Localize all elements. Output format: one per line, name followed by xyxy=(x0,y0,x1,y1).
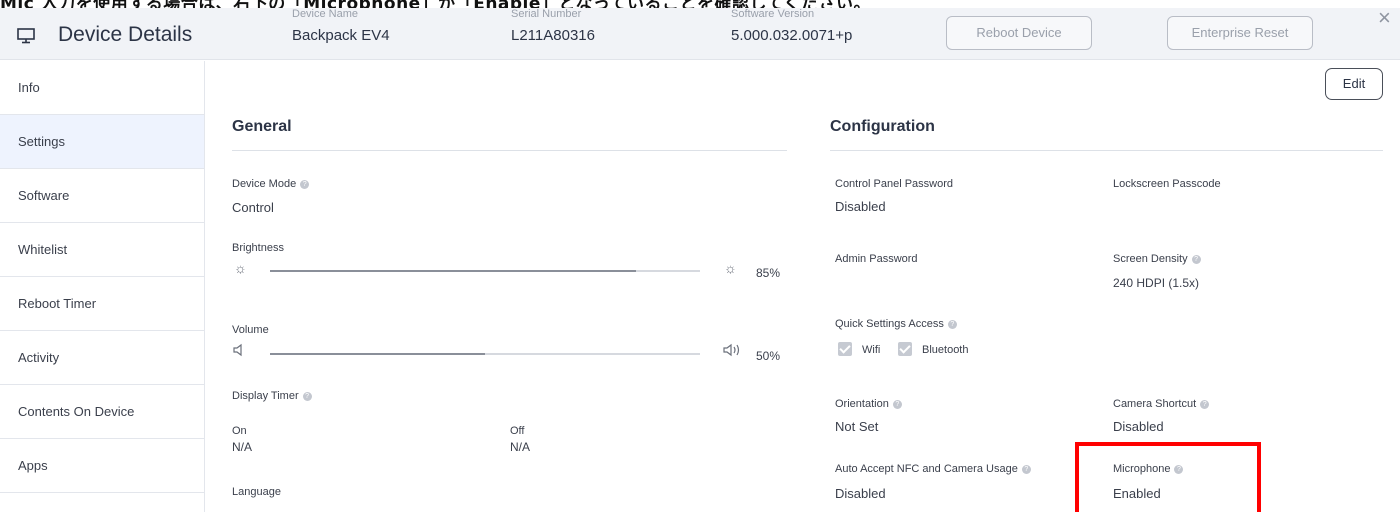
quick-settings-access-label: Quick Settings Access? xyxy=(835,318,957,330)
wifi-label: Wifi xyxy=(862,344,881,356)
camera-shortcut-label: Camera Shortcut? xyxy=(1113,398,1210,410)
help-icon[interactable]: ? xyxy=(947,320,957,329)
sidebar-item-label: Apps xyxy=(18,458,48,473)
control-panel-password-label: Control Panel Password xyxy=(835,178,954,190)
volume-high-icon xyxy=(723,343,740,357)
camera-shortcut-label-text: Camera Shortcut xyxy=(1113,398,1197,410)
monitor-icon xyxy=(17,28,35,44)
camera-shortcut-value: Disabled xyxy=(1113,419,1164,434)
screen-density-label-text: Screen Density xyxy=(1113,253,1188,265)
sun-high-icon: ☼ xyxy=(724,260,737,276)
configuration-section-title: Configuration xyxy=(830,118,935,135)
dialog-header: Device Details Device Name Backpack EV4 … xyxy=(0,7,1400,60)
serial-number-label: Serial Number xyxy=(511,8,582,20)
settings-sidebar: Info Settings Software Whitelist Reboot … xyxy=(0,61,205,512)
screen-density-label: Screen Density? xyxy=(1113,253,1201,265)
software-version-value: 5.000.032.0071+p xyxy=(731,27,853,44)
device-name-value: Backpack EV4 xyxy=(292,27,390,44)
sun-low-icon: ☼ xyxy=(234,260,247,276)
serial-number-value: L211A80316 xyxy=(511,27,595,44)
sidebar-item-apps[interactable]: Apps xyxy=(0,439,204,493)
help-icon[interactable]: ? xyxy=(1191,255,1201,264)
enterprise-reset-button[interactable]: Enterprise Reset xyxy=(1167,16,1313,50)
admin-password-label: Admin Password xyxy=(835,253,918,265)
sidebar-item-label: Settings xyxy=(18,134,65,149)
sidebar-item-software[interactable]: Software xyxy=(0,169,204,223)
brightness-percent: 85% xyxy=(756,266,781,280)
device-mode-label-text: Device Mode xyxy=(232,178,297,190)
brightness-slider-fill xyxy=(270,270,636,272)
help-icon[interactable]: ? xyxy=(1021,465,1031,474)
screen-density-value: 240 HDPI (1.5x) xyxy=(1113,276,1200,290)
display-timer-off-value: N/A xyxy=(510,440,531,454)
general-section-title: General xyxy=(232,118,292,135)
device-mode-label: Device Mode? xyxy=(232,178,310,190)
sidebar-item-label: Info xyxy=(18,80,40,95)
sidebar-item-label: Activity xyxy=(18,350,60,365)
display-timer-on-label: On xyxy=(232,425,247,437)
auto-accept-value: Disabled xyxy=(835,486,886,501)
language-label: Language xyxy=(232,486,281,498)
display-timer-label-text: Display Timer xyxy=(232,390,299,402)
sidebar-item-label: Contents On Device xyxy=(18,404,135,419)
quick-settings-access-label-text: Quick Settings Access xyxy=(835,318,944,330)
sidebar-item-label: Whitelist xyxy=(18,242,68,257)
help-icon[interactable]: ? xyxy=(300,180,310,189)
brightness-slider[interactable] xyxy=(270,270,700,272)
display-timer-off-label: Off xyxy=(510,425,525,437)
configuration-divider xyxy=(830,150,1383,151)
volume-label: Volume xyxy=(232,324,269,336)
sidebar-item-label: Reboot Timer xyxy=(18,296,97,311)
bluetooth-label: Bluetooth xyxy=(922,344,969,356)
sidebar-item-settings[interactable]: Settings xyxy=(0,115,204,169)
sidebar-item-label: Software xyxy=(18,188,70,203)
orientation-label-text: Orientation xyxy=(835,398,889,410)
wifi-checkbox[interactable] xyxy=(838,342,852,356)
device-mode-value: Control xyxy=(232,200,274,215)
help-icon[interactable]: ? xyxy=(1200,400,1210,409)
orientation-value: Not Set xyxy=(835,419,879,434)
volume-slider[interactable] xyxy=(270,353,700,355)
dialog-title: Device Details xyxy=(58,23,193,46)
auto-accept-label-text: Auto Accept NFC and Camera Usage xyxy=(835,463,1018,475)
display-timer-on-value: N/A xyxy=(232,440,253,454)
auto-accept-label: Auto Accept NFC and Camera Usage? xyxy=(835,463,1031,475)
help-icon[interactable]: ? xyxy=(302,392,312,401)
display-timer-label: Display Timer? xyxy=(232,390,312,402)
edit-button[interactable]: Edit xyxy=(1325,68,1383,100)
lockscreen-passcode-label: Lockscreen Passcode xyxy=(1113,178,1221,190)
software-version-label: Software Version xyxy=(731,8,815,20)
close-icon[interactable]: × xyxy=(1378,7,1391,29)
volume-slider-fill xyxy=(270,353,485,355)
help-icon[interactable]: ? xyxy=(892,400,902,409)
reboot-device-button[interactable]: Reboot Device xyxy=(946,16,1092,50)
orientation-label: Orientation? xyxy=(835,398,902,410)
sidebar-item-info[interactable]: Info xyxy=(0,61,204,115)
device-name-label: Device Name xyxy=(292,8,359,20)
microphone-highlight-box xyxy=(1075,442,1261,512)
sidebar-item-activity[interactable]: Activity xyxy=(0,331,204,385)
general-divider xyxy=(232,150,787,151)
sidebar-item-reboot-timer[interactable]: Reboot Timer xyxy=(0,277,204,331)
volume-percent: 50% xyxy=(756,349,781,363)
brightness-label: Brightness xyxy=(232,242,284,254)
sidebar-item-whitelist[interactable]: Whitelist xyxy=(0,223,204,277)
bluetooth-checkbox[interactable] xyxy=(898,342,912,356)
control-panel-password-value: Disabled xyxy=(835,199,886,214)
volume-low-icon xyxy=(233,343,242,357)
sidebar-item-contents-on-device[interactable]: Contents On Device xyxy=(0,385,204,439)
